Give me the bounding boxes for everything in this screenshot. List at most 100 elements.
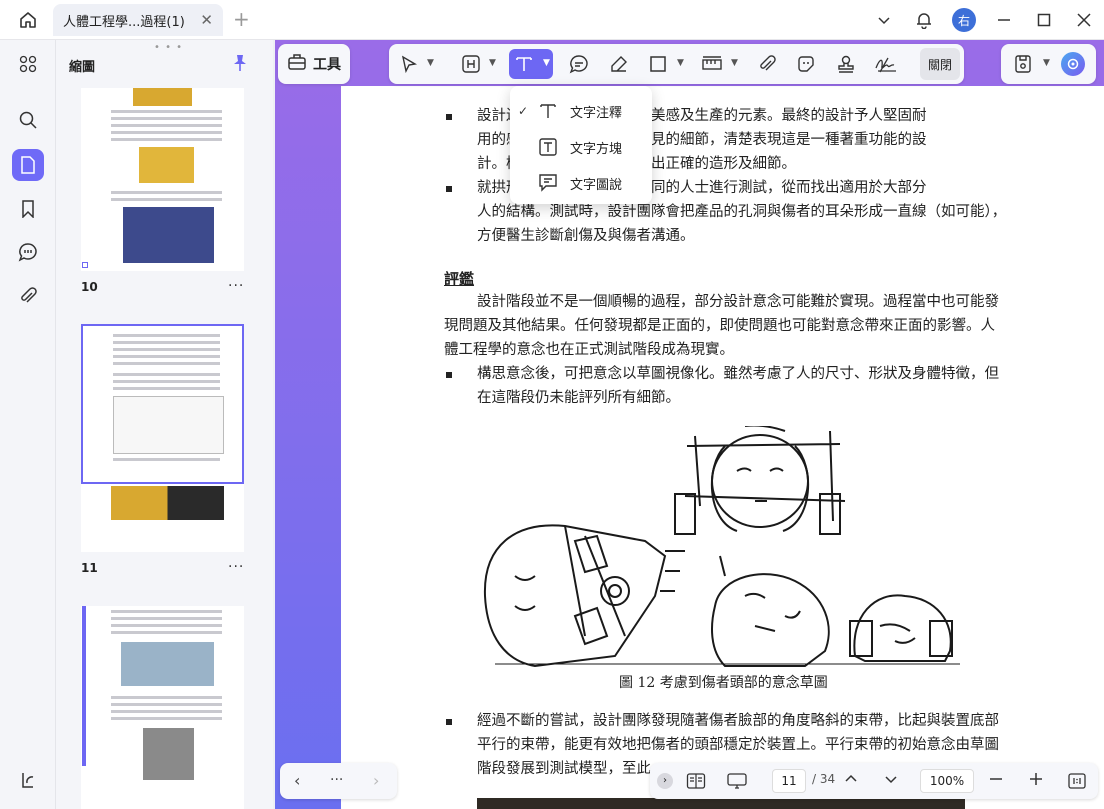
search-icon[interactable] bbox=[12, 104, 44, 136]
document-tab[interactable]: 人體工程學...過程(1) ✕ bbox=[53, 4, 223, 36]
chevron-down-icon[interactable]: ▼ bbox=[427, 58, 434, 68]
page-image-fragment bbox=[477, 798, 965, 809]
zoom-in-icon[interactable] bbox=[1029, 772, 1043, 789]
comment-icon[interactable] bbox=[12, 236, 44, 268]
zoom-out-icon[interactable] bbox=[989, 772, 1003, 789]
chevron-up-icon[interactable] bbox=[844, 772, 858, 789]
title-bar: 人體工程學...過程(1) ✕ + 右 bbox=[0, 0, 1104, 40]
thumbnail-image bbox=[143, 728, 194, 780]
theme-icon[interactable] bbox=[12, 764, 44, 796]
sketch-figure bbox=[475, 424, 975, 680]
menu-item-label: 文字圖說 bbox=[570, 177, 623, 193]
text-tool-icon[interactable] bbox=[512, 52, 536, 76]
ai-assistant-icon[interactable] bbox=[1061, 52, 1085, 76]
paragraph-line: 設計階段並不是一個順暢的過程，部分設計意念可能難於實現。過程當中也可能發 bbox=[477, 294, 999, 310]
zoom-level-input[interactable]: 100% bbox=[920, 769, 974, 793]
menu-item-label: 文字注釋 bbox=[570, 105, 623, 121]
paragraph-line: 經過不斷的嘗試，設計團隊發現隨著傷者臉部的角度略斜的束帶，比起與裝置底部 bbox=[477, 713, 999, 729]
text-box-icon bbox=[538, 137, 564, 157]
thumbnail-image bbox=[113, 396, 224, 454]
page-navigation: ‹ ··· › bbox=[280, 763, 397, 799]
page-thumbnail-11[interactable] bbox=[81, 324, 244, 552]
figure-caption: 圖 12 考慮到傷者頭部的意念草圖 bbox=[619, 675, 828, 691]
pin-icon[interactable] bbox=[232, 54, 248, 76]
text-icon bbox=[538, 101, 564, 121]
apps-grid-icon[interactable] bbox=[12, 48, 44, 80]
home-icon[interactable] bbox=[14, 8, 42, 32]
paragraph-line: 現問題及其他結果。任何發現都是正面的，即使問題也可能對意念帶來正面的影響。人 bbox=[444, 318, 995, 334]
page-number-input[interactable]: 11 bbox=[772, 769, 806, 793]
page-thumbnail-10[interactable] bbox=[81, 88, 244, 271]
measure-icon[interactable] bbox=[700, 52, 724, 76]
chevron-down-icon[interactable]: ▼ bbox=[677, 58, 684, 68]
signature-icon[interactable] bbox=[874, 52, 898, 76]
left-rail bbox=[0, 40, 56, 809]
heading-icon[interactable] bbox=[459, 52, 483, 76]
close-toolbar-button[interactable]: 關閉 bbox=[920, 48, 960, 80]
next-page-button[interactable]: › bbox=[373, 771, 379, 790]
paragraph-line: 階段發展到測試模型，至此 bbox=[477, 761, 651, 777]
collapse-icon[interactable]: › bbox=[657, 773, 673, 789]
chevron-down-icon[interactable]: ▼ bbox=[489, 58, 496, 68]
tab-close-icon[interactable]: ✕ bbox=[200, 11, 213, 29]
panel-drag-handle[interactable]: • • • bbox=[154, 42, 183, 53]
nav-more-button[interactable]: ··· bbox=[330, 772, 343, 788]
callout-icon bbox=[538, 173, 564, 193]
attachment-icon[interactable] bbox=[12, 280, 44, 312]
bullet bbox=[446, 372, 452, 378]
thumbnail-image bbox=[121, 642, 214, 686]
toolbox-icon bbox=[287, 53, 307, 75]
save-icon[interactable] bbox=[1013, 54, 1033, 78]
chevron-down-icon[interactable]: ▼ bbox=[731, 58, 738, 68]
menu-item-text-callout[interactable]: 文字圖說 bbox=[510, 167, 652, 199]
checkmark-icon: ✓ bbox=[517, 104, 528, 118]
thumbnail-image bbox=[111, 486, 224, 520]
actual-size-icon[interactable] bbox=[1067, 771, 1087, 794]
select-cursor-icon[interactable] bbox=[397, 52, 421, 76]
annotation-toolbar: ▼ ▼ ▼ ▼ ▼ 關閉 bbox=[389, 44, 964, 84]
sticker-icon[interactable] bbox=[794, 52, 818, 76]
stamp-icon[interactable] bbox=[834, 52, 858, 76]
attachment-icon[interactable] bbox=[755, 52, 779, 76]
prev-page-button[interactable]: ‹ bbox=[294, 771, 300, 790]
thumbnail-image bbox=[123, 207, 214, 263]
rectangle-icon[interactable] bbox=[646, 52, 670, 76]
thumbnail-image bbox=[139, 147, 194, 183]
right-toolbar: ▼ bbox=[1001, 44, 1096, 84]
tools-button[interactable]: 工具 bbox=[278, 44, 350, 84]
highlighter-icon[interactable] bbox=[607, 52, 631, 76]
chevron-down-icon[interactable] bbox=[884, 772, 898, 789]
chevron-down-icon[interactable]: ▼ bbox=[1043, 58, 1050, 68]
bell-icon[interactable] bbox=[904, 0, 944, 40]
paragraph-line: 方便醫生診斷創傷及與傷者溝通。 bbox=[477, 228, 695, 244]
paragraph-line: 在這階段仍未能評列所有細節。 bbox=[477, 390, 680, 406]
thumbnails-panel: • • • 縮圖 10 ··· 11 ··· bbox=[56, 40, 273, 809]
window-close-icon[interactable] bbox=[1064, 0, 1104, 40]
comment-bubble-icon[interactable] bbox=[567, 52, 591, 76]
page-loading-indicator bbox=[82, 606, 86, 766]
thumbnail-image bbox=[133, 88, 192, 106]
chevron-down-icon[interactable] bbox=[864, 0, 904, 40]
page-more-button[interactable]: ··· bbox=[228, 559, 244, 575]
bullet bbox=[446, 114, 452, 120]
page-thumbnail-12[interactable] bbox=[81, 606, 244, 809]
total-pages: / 34 bbox=[812, 772, 836, 786]
page-layout-icon[interactable] bbox=[686, 772, 706, 793]
thumbnails-icon[interactable] bbox=[12, 149, 44, 181]
maximize-icon[interactable] bbox=[1024, 0, 1064, 40]
chevron-down-icon[interactable]: ▼ bbox=[543, 58, 550, 68]
bookmark-icon[interactable] bbox=[12, 193, 44, 225]
tab-title: 人體工程學...過程(1) bbox=[63, 14, 185, 30]
tools-label: 工具 bbox=[313, 57, 341, 73]
minimize-icon[interactable] bbox=[984, 0, 1024, 40]
paragraph-line: 構思意念後，可把意念以草圖視像化。雖然考慮了人的尺寸、形狀及身體特徵，但 bbox=[477, 366, 999, 382]
bullet bbox=[446, 186, 452, 192]
menu-item-text-box[interactable]: 文字方塊 bbox=[510, 131, 652, 163]
menu-item-text-comment[interactable]: ✓ 文字注釋 bbox=[510, 95, 652, 127]
thumbnails-title: 縮圖 bbox=[69, 60, 96, 75]
new-tab-button[interactable]: + bbox=[233, 9, 250, 29]
paragraph-line: 平行的束帶，能更有效地把傷者的頭部穩定於裝置上。平行束帶的初始意念由草圖 bbox=[477, 737, 999, 753]
page-more-button[interactable]: ··· bbox=[228, 278, 244, 294]
user-avatar[interactable]: 右 bbox=[952, 8, 976, 32]
presentation-icon[interactable] bbox=[726, 772, 748, 793]
